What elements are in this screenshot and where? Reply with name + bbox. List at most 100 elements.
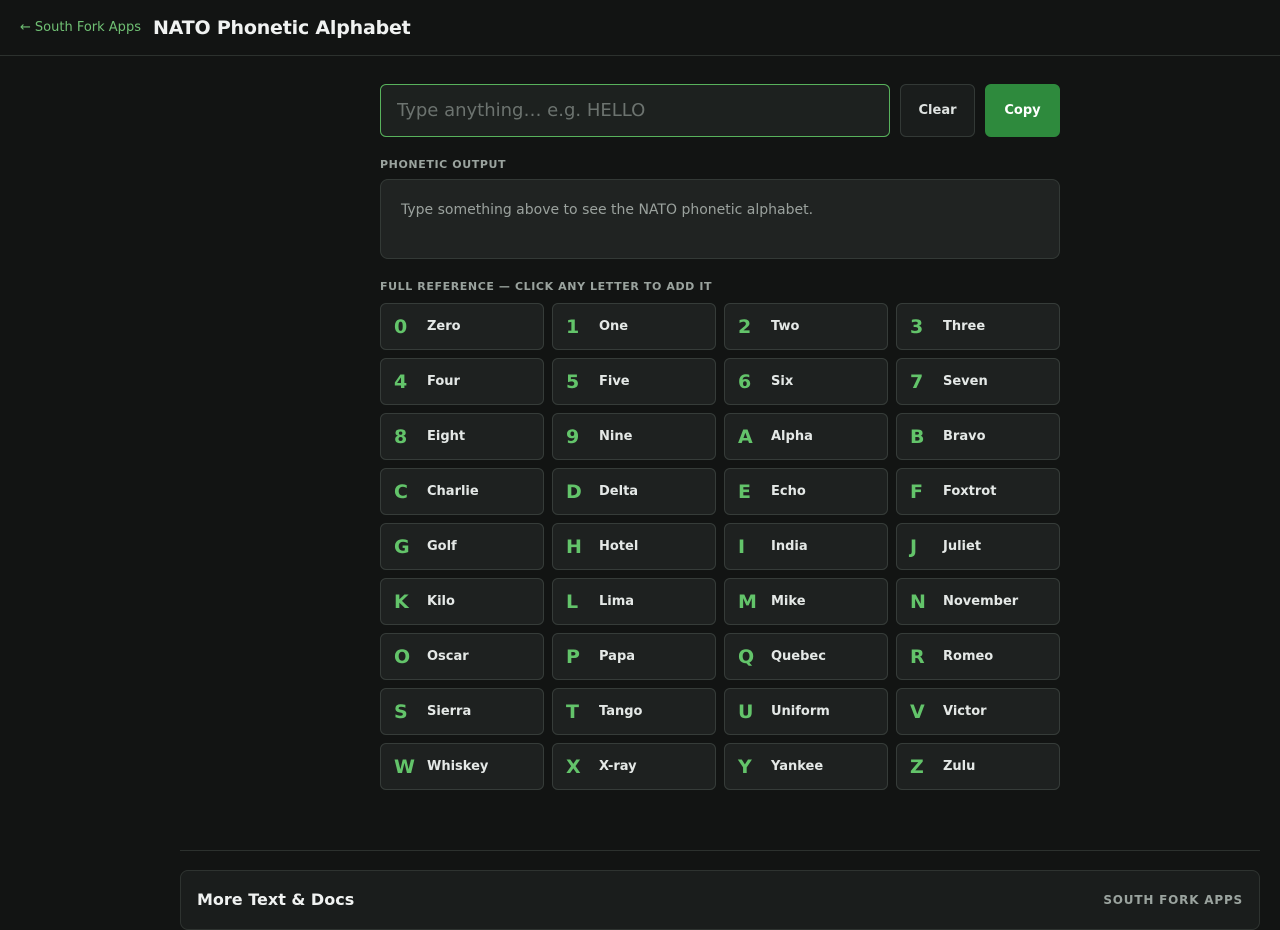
- key-character: X: [566, 755, 581, 778]
- key-character: Y: [738, 755, 752, 778]
- key-character: V: [910, 700, 925, 723]
- reference-key-eight[interactable]: 8 Eight: [380, 413, 544, 460]
- key-character: H: [566, 535, 582, 558]
- footer-divider: [180, 850, 1260, 851]
- key-character: Z: [910, 755, 924, 778]
- key-character: M: [738, 590, 757, 613]
- reference-key-yankee[interactable]: Y Yankee: [724, 743, 888, 790]
- reference-key-x-ray[interactable]: X X-ray: [552, 743, 716, 790]
- reference-key-golf[interactable]: G Golf: [380, 523, 544, 570]
- more-apps-card: More Text & Docs SOUTH FORK APPS: [180, 870, 1260, 930]
- reference-key-seven[interactable]: 7 Seven: [896, 358, 1060, 405]
- key-code-word: Hotel: [599, 539, 639, 554]
- key-character: U: [738, 700, 754, 723]
- reference-key-bravo[interactable]: B Bravo: [896, 413, 1060, 460]
- reference-key-lima[interactable]: L Lima: [552, 578, 716, 625]
- reference-key-six[interactable]: 6 Six: [724, 358, 888, 405]
- reference-section-label: FULL REFERENCE — CLICK ANY LETTER TO ADD…: [380, 280, 713, 293]
- reference-key-hotel[interactable]: H Hotel: [552, 523, 716, 570]
- key-code-word: Alpha: [771, 429, 813, 444]
- key-character: 7: [910, 370, 924, 393]
- key-character: E: [738, 480, 751, 503]
- reference-key-mike[interactable]: M Mike: [724, 578, 888, 625]
- reference-key-quebec[interactable]: Q Quebec: [724, 633, 888, 680]
- reference-key-kilo[interactable]: K Kilo: [380, 578, 544, 625]
- key-code-word: Sierra: [427, 704, 472, 719]
- top-bar: ← South Fork Apps NATO Phonetic Alphabet: [0, 0, 1280, 56]
- key-code-word: Mike: [771, 594, 806, 609]
- key-character: N: [910, 590, 926, 613]
- key-code-word: Romeo: [943, 649, 994, 664]
- key-code-word: Papa: [599, 649, 636, 664]
- reference-key-tango[interactable]: T Tango: [552, 688, 716, 735]
- reference-key-alpha[interactable]: A Alpha: [724, 413, 888, 460]
- key-code-word: Six: [771, 374, 794, 389]
- key-code-word: Lima: [599, 594, 635, 609]
- back-link-label: South Fork Apps: [34, 20, 141, 35]
- footer-brand-link[interactable]: SOUTH FORK APPS: [1103, 890, 1243, 907]
- key-character: F: [910, 480, 923, 503]
- key-code-word: November: [943, 594, 1019, 609]
- reference-key-foxtrot[interactable]: F Foxtrot: [896, 468, 1060, 515]
- key-character: R: [910, 645, 925, 668]
- reference-key-zero[interactable]: 0 Zero: [380, 303, 544, 350]
- key-code-word: Charlie: [427, 484, 479, 499]
- key-code-word: Five: [599, 374, 630, 389]
- reference-key-victor[interactable]: V Victor: [896, 688, 1060, 735]
- key-character: L: [566, 590, 579, 613]
- reference-key-five[interactable]: 5 Five: [552, 358, 716, 405]
- key-character: 3: [910, 315, 924, 338]
- copy-button[interactable]: Copy: [985, 84, 1060, 137]
- key-character: 5: [566, 370, 580, 393]
- reference-key-sierra[interactable]: S Sierra: [380, 688, 544, 735]
- reference-key-juliet[interactable]: J Juliet: [896, 523, 1060, 570]
- key-character: C: [394, 480, 408, 503]
- key-code-word: Juliet: [943, 539, 982, 554]
- key-code-word: Four: [427, 374, 460, 389]
- reference-key-three[interactable]: 3 Three: [896, 303, 1060, 350]
- key-character: G: [394, 535, 410, 558]
- reference-key-oscar[interactable]: O Oscar: [380, 633, 544, 680]
- key-character: P: [566, 645, 580, 668]
- key-character: 9: [566, 425, 580, 448]
- reference-key-two[interactable]: 2 Two: [724, 303, 888, 350]
- key-code-word: Two: [771, 319, 800, 334]
- key-character: 8: [394, 425, 408, 448]
- key-character: S: [394, 700, 408, 723]
- reference-key-uniform[interactable]: U Uniform: [724, 688, 888, 735]
- key-code-word: Seven: [943, 374, 988, 389]
- phonetic-text-input[interactable]: [380, 84, 890, 137]
- reference-key-nine[interactable]: 9 Nine: [552, 413, 716, 460]
- key-code-word: Golf: [427, 539, 457, 554]
- key-character: A: [738, 425, 753, 448]
- key-character: Q: [738, 645, 755, 668]
- key-character: B: [910, 425, 925, 448]
- key-code-word: Echo: [771, 484, 806, 499]
- reference-key-india[interactable]: I India: [724, 523, 888, 570]
- main-panel: Clear Copy PHONETIC OUTPUT Type somethin…: [380, 84, 1060, 790]
- reference-key-whiskey[interactable]: W Whiskey: [380, 743, 544, 790]
- reference-key-four[interactable]: 4 Four: [380, 358, 544, 405]
- key-character: J: [910, 535, 918, 558]
- reference-key-romeo[interactable]: R Romeo: [896, 633, 1060, 680]
- key-code-word: Whiskey: [427, 759, 489, 774]
- key-code-word: Oscar: [427, 649, 469, 664]
- reference-key-charlie[interactable]: C Charlie: [380, 468, 544, 515]
- key-code-word: Quebec: [771, 649, 826, 664]
- reference-key-papa[interactable]: P Papa: [552, 633, 716, 680]
- reference-key-delta[interactable]: D Delta: [552, 468, 716, 515]
- key-code-word: Yankee: [771, 759, 824, 774]
- output-placeholder-text: Type something above to see the NATO pho…: [401, 202, 814, 218]
- key-code-word: Foxtrot: [943, 484, 997, 499]
- key-character: 2: [738, 315, 752, 338]
- reference-key-one[interactable]: 1 One: [552, 303, 716, 350]
- back-link[interactable]: ← South Fork Apps: [20, 20, 141, 35]
- key-code-word: Zulu: [943, 759, 976, 774]
- clear-button[interactable]: Clear: [900, 84, 975, 137]
- reference-key-echo[interactable]: E Echo: [724, 468, 888, 515]
- output-section-label: PHONETIC OUTPUT: [380, 158, 507, 171]
- reference-key-november[interactable]: N November: [896, 578, 1060, 625]
- key-code-word: Victor: [943, 704, 987, 719]
- reference-key-zulu[interactable]: Z Zulu: [896, 743, 1060, 790]
- key-code-word: Delta: [599, 484, 639, 499]
